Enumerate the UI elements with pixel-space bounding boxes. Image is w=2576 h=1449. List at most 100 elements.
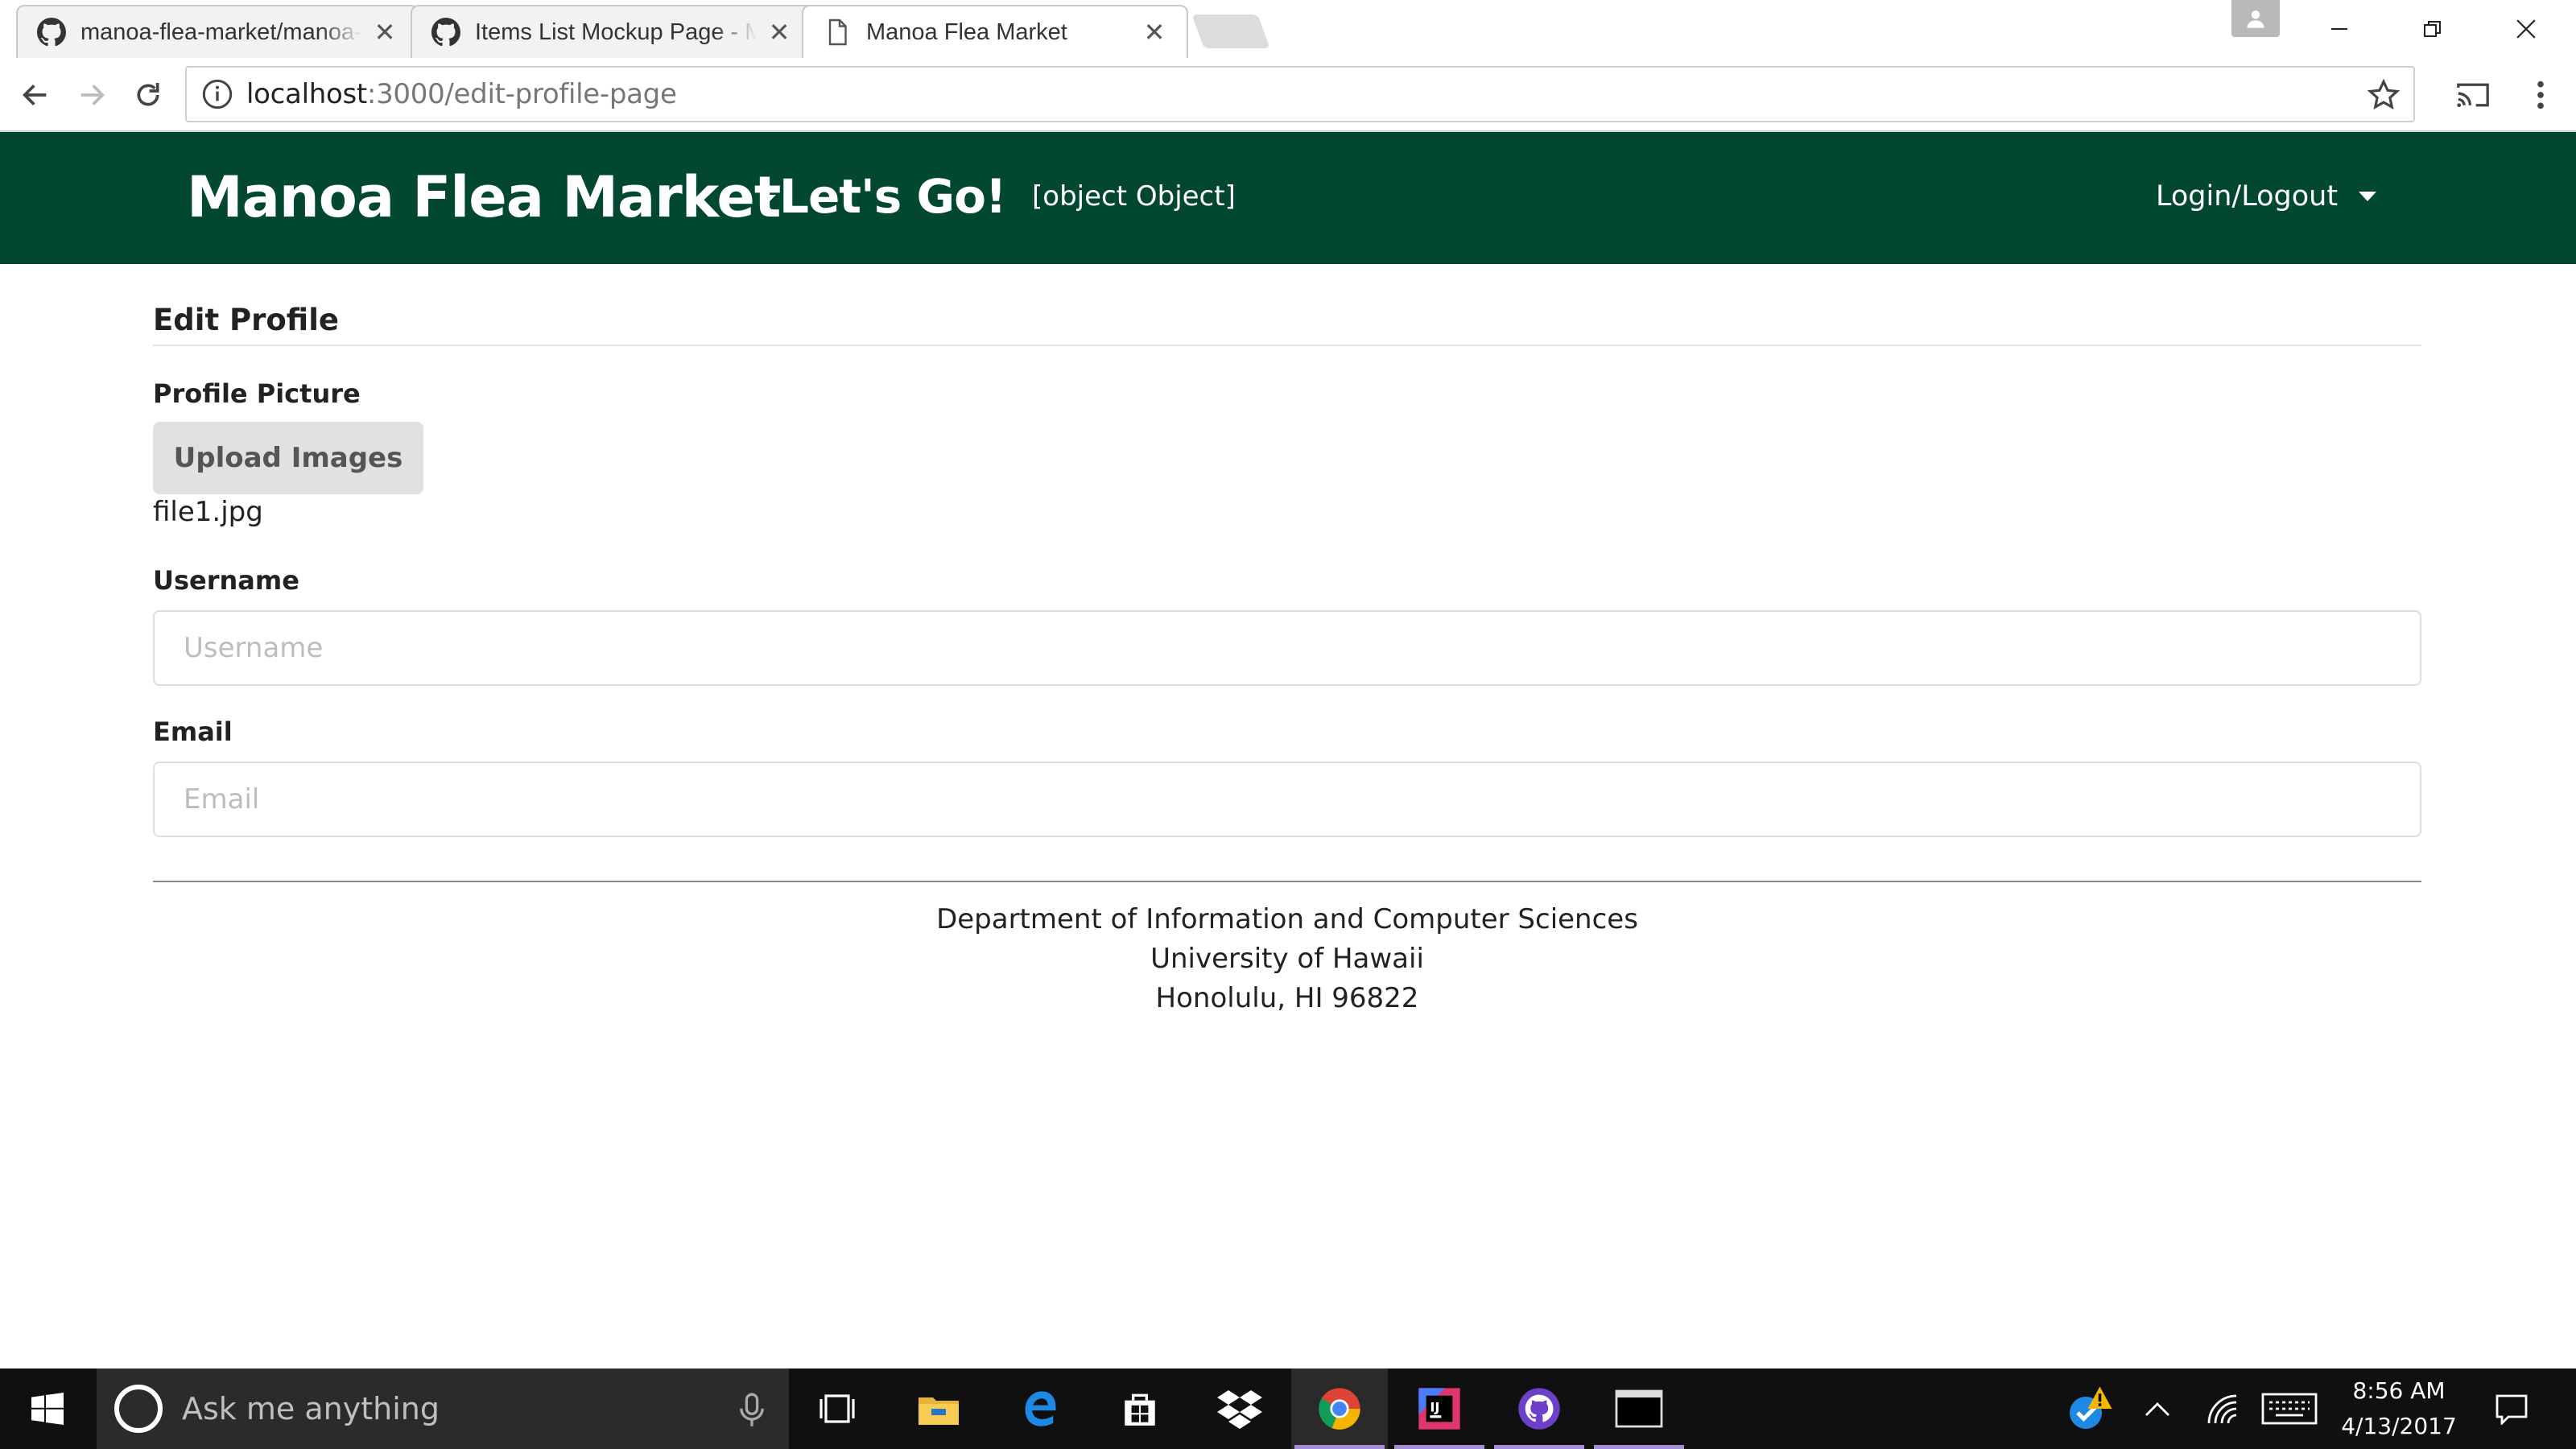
lets-go-dropdown[interactable]: Let's Go!	[760, 169, 1006, 224]
taskbar-terminal[interactable]	[1591, 1368, 1687, 1449]
windows-taskbar: Ask me anything IJ 8:56 AM 4/13/2017	[0, 1368, 2576, 1449]
terminal-icon	[1615, 1389, 1663, 1428]
chrome-icon	[1319, 1388, 1360, 1430]
clock-time: 8:56 AM	[2352, 1377, 2446, 1404]
url-text: localhost:3000/edit-profile-page	[246, 78, 677, 110]
profile-picture-label: Profile Picture	[153, 378, 361, 409]
browser-tab-items-list[interactable]: Items List Mockup Page - Manoa Flea Mark…	[411, 5, 813, 58]
show-hidden-icons-button[interactable]	[2125, 1368, 2190, 1449]
tab-title: Items List Mockup Page - Manoa Flea Mark…	[475, 19, 757, 45]
browser-tab-manoa-flea-market[interactable]: Manoa Flea Market ✕	[802, 5, 1188, 58]
new-tab-button[interactable]	[1191, 14, 1270, 48]
username-label: Username	[153, 565, 299, 596]
url-host: localhost	[246, 78, 367, 110]
network-button[interactable]	[2190, 1368, 2254, 1449]
cortana-icon	[114, 1385, 163, 1433]
taskbar-file-explorer[interactable]	[890, 1368, 987, 1449]
search-placeholder: Ask me anything	[182, 1391, 440, 1426]
start-button[interactable]	[0, 1368, 95, 1449]
brand-logo-text[interactable]: Manoa Flea Market	[187, 164, 781, 230]
close-window-button[interactable]	[2487, 0, 2565, 58]
restore-button[interactable]	[2394, 0, 2471, 58]
taskbar-store[interactable]	[1092, 1368, 1188, 1449]
intellij-icon: IJ	[1418, 1388, 1460, 1430]
taskbar-clock[interactable]: 8:56 AM 4/13/2017	[2318, 1368, 2479, 1449]
footer-department: Department of Information and Computer S…	[936, 903, 1638, 935]
keyboard-icon	[2261, 1393, 2318, 1425]
close-icon	[2516, 19, 2536, 39]
edge-icon	[1025, 1391, 1056, 1426]
footer-divider	[153, 881, 2421, 882]
nav-object-text: [object Object]	[1032, 180, 1236, 213]
caret-down-icon	[760, 195, 776, 203]
action-center-button[interactable]	[2479, 1368, 2544, 1449]
taskbar-dropbox[interactable]	[1191, 1368, 1288, 1449]
user-icon	[2247, 10, 2264, 28]
tab-title: Manoa Flea Market	[866, 19, 1067, 45]
github-icon	[37, 18, 66, 47]
uploaded-file-name: file1.jpg	[153, 496, 263, 528]
touch-keyboard-button[interactable]	[2257, 1368, 2322, 1449]
cortana-search-box[interactable]: Ask me anything	[97, 1368, 789, 1449]
close-icon[interactable]: ✕	[372, 19, 398, 45]
microphone-icon[interactable]	[736, 1393, 768, 1428]
taskbar-intellij[interactable]: IJ	[1391, 1368, 1488, 1449]
cast-icon	[2457, 83, 2489, 108]
back-button[interactable]	[10, 69, 61, 121]
username-input[interactable]	[153, 610, 2421, 686]
page-footer: Department of Information and Computer S…	[153, 900, 2421, 1018]
reload-button[interactable]	[122, 69, 174, 121]
taskbar-edge[interactable]	[992, 1368, 1088, 1449]
browser-tab-strip: manoa-flea-market/manoa-flea-market ✕ It…	[0, 0, 2576, 58]
store-icon	[1125, 1393, 1155, 1426]
title-divider	[153, 345, 2421, 346]
lets-go-label: Let's Go!	[779, 169, 1006, 224]
task-view-icon	[819, 1394, 855, 1423]
github-desktop-icon	[1518, 1388, 1560, 1430]
task-view-button[interactable]	[789, 1368, 886, 1449]
forward-button[interactable]	[66, 69, 118, 121]
tab-title: manoa-flea-market/manoa-flea-market	[80, 19, 362, 45]
more-vertical-icon	[2537, 80, 2544, 109]
email-label: Email	[153, 716, 233, 747]
footer-address: Honolulu, HI 96822	[1155, 982, 1419, 1014]
reload-icon	[137, 83, 159, 106]
bookmark-star-icon[interactable]	[2367, 78, 2401, 112]
chevron-up-icon	[2145, 1402, 2169, 1416]
info-icon[interactable]	[201, 78, 233, 110]
page-icon	[828, 19, 847, 46]
email-input[interactable]	[153, 762, 2421, 837]
form-title: Edit Profile	[153, 303, 339, 337]
notification-icon	[2496, 1394, 2528, 1425]
clock-date: 4/13/2017	[2341, 1413, 2457, 1439]
github-icon	[431, 18, 460, 47]
restore-icon	[2424, 21, 2441, 37]
arrow-right-icon	[80, 85, 105, 105]
close-icon[interactable]: ✕	[1141, 19, 1167, 45]
minimize-icon	[2331, 28, 2347, 30]
login-logout-label: Login/Logout	[2156, 180, 2339, 213]
url-path: :3000/edit-profile-page	[366, 78, 677, 110]
browser-toolbar: localhost:3000/edit-profile-page	[0, 58, 2576, 132]
upload-images-button[interactable]: Upload Images	[153, 422, 423, 494]
browser-tab-github-repo[interactable]: manoa-flea-market/manoa-flea-market ✕	[16, 5, 419, 58]
file-explorer-icon	[919, 1397, 959, 1425]
minimize-button[interactable]	[2301, 0, 2378, 58]
arrow-left-icon	[23, 85, 47, 105]
tray-app-warning[interactable]	[2058, 1368, 2122, 1449]
warning-app-icon	[2070, 1386, 2112, 1429]
svg-text:IJ: IJ	[1430, 1400, 1439, 1415]
close-icon[interactable]: ✕	[766, 19, 792, 45]
browser-profile-button[interactable]	[2231, 0, 2280, 37]
cast-button[interactable]	[2447, 69, 2499, 121]
site-navbar: Manoa Flea Market Let's Go! [object Obje…	[0, 132, 2576, 264]
taskbar-chrome[interactable]	[1291, 1368, 1388, 1449]
browser-menu-button[interactable]	[2515, 69, 2566, 121]
login-logout-dropdown[interactable]: Login/Logout	[2156, 180, 2377, 213]
footer-university: University of Hawaii	[1150, 943, 1424, 975]
address-bar[interactable]: localhost:3000/edit-profile-page	[185, 66, 2415, 122]
windows-logo-icon	[31, 1393, 64, 1425]
wifi-icon	[2207, 1394, 2237, 1424]
taskbar-github-desktop[interactable]	[1491, 1368, 1587, 1449]
caret-down-icon	[2359, 192, 2377, 201]
